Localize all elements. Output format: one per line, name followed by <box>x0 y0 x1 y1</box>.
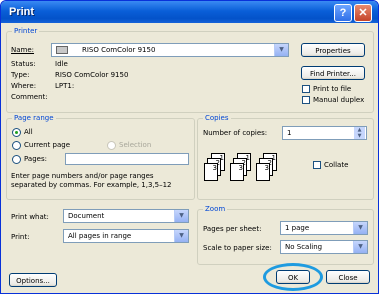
printer-name-value: RISO ComColor 9150 <box>82 46 156 54</box>
zoom-group-label: Zoom <box>203 205 228 214</box>
print-what-label: Print what: <box>11 213 49 221</box>
options-button[interactable]: Options... <box>9 273 57 287</box>
print-what-select[interactable]: Document ▼ <box>63 209 189 223</box>
status-label: Status: <box>11 60 36 68</box>
pages-per-sheet-label: Pages per sheet: <box>203 225 262 233</box>
current-page-radio[interactable] <box>12 141 21 150</box>
current-page-label[interactable]: Current page <box>24 141 70 150</box>
zoom-group: Zoom <box>197 205 374 265</box>
scale-to-paper-label: Scale to paper size: <box>203 244 272 252</box>
name-label: Name: <box>11 46 35 54</box>
print-to-file-checkbox[interactable] <box>302 85 310 93</box>
collate-icon: 1 2 3 1 2 3 1 2 3 <box>204 153 284 189</box>
print-value: All pages in range <box>68 232 132 240</box>
selection-label: Selection <box>119 141 152 149</box>
copies-value: 1 <box>287 129 292 137</box>
printer-icon <box>56 46 68 54</box>
ok-button[interactable]: OK <box>276 270 310 284</box>
spin-down-icon[interactable]: ▼ <box>354 133 365 139</box>
print-to-file-label[interactable]: Print to file <box>313 85 351 94</box>
print-what-value: Document <box>68 212 105 220</box>
chevron-down-icon[interactable]: ▼ <box>353 222 367 234</box>
type-label: Type: <box>11 71 30 79</box>
copies-group-label: Copies <box>203 114 231 123</box>
chevron-down-icon[interactable]: ▼ <box>174 230 188 242</box>
page-range-help-1: Enter page numbers and/or page ranges <box>11 172 154 180</box>
collate-checkbox[interactable] <box>313 161 321 169</box>
chevron-down-icon[interactable]: ▼ <box>274 44 288 56</box>
printer-name-select[interactable]: RISO ComColor 9150 ▼ <box>51 43 289 57</box>
type-value: RISO ComColor 9150 <box>55 71 129 79</box>
pages-label[interactable]: Pages: <box>24 155 47 164</box>
all-label[interactable]: All <box>24 128 33 137</box>
chevron-down-icon[interactable]: ▼ <box>353 241 367 253</box>
number-of-copies-label: Number of copies: <box>203 129 268 137</box>
print-select[interactable]: All pages in range ▼ <box>63 229 189 243</box>
comment-label: Comment: <box>11 93 48 101</box>
pages-per-sheet-value: 1 page <box>285 224 310 232</box>
scale-to-paper-select[interactable]: No Scaling ▼ <box>280 240 368 254</box>
title-bar[interactable]: Print ? ✕ <box>1 1 378 23</box>
properties-button[interactable]: Properties <box>301 43 365 57</box>
find-printer-button[interactable]: Find Printer... <box>301 66 365 80</box>
collate-label[interactable]: Collate <box>324 161 348 170</box>
where-value: LPT1: <box>55 82 75 90</box>
help-button[interactable]: ? <box>334 4 352 22</box>
all-radio[interactable] <box>12 128 21 137</box>
print-dialog: Print ? ✕ Printer Name: RISO ComColor 91… <box>0 0 379 294</box>
page-range-group-label: Page range <box>12 114 56 123</box>
pages-input[interactable] <box>65 153 189 165</box>
selection-radio[interactable] <box>107 141 116 150</box>
scale-to-paper-value: No Scaling <box>285 243 323 251</box>
manual-duplex-checkbox[interactable] <box>302 96 310 104</box>
print-label: Print: <box>11 233 30 241</box>
close-window-button[interactable]: ✕ <box>354 4 372 22</box>
pages-radio[interactable] <box>12 155 21 164</box>
window-title: Print <box>9 6 35 18</box>
where-label: Where: <box>11 82 37 90</box>
pages-per-sheet-select[interactable]: 1 page ▼ <box>280 221 368 235</box>
chevron-down-icon[interactable]: ▼ <box>174 210 188 222</box>
number-of-copies-input[interactable]: 1 ▲ ▼ <box>282 126 367 140</box>
page-range-help-2: separated by commas. For example, 1,3,5–… <box>11 181 172 189</box>
manual-duplex-label[interactable]: Manual duplex <box>313 96 364 105</box>
status-value: Idle <box>55 60 68 68</box>
printer-group-label: Printer <box>12 27 40 36</box>
close-button[interactable]: Close <box>326 270 370 284</box>
